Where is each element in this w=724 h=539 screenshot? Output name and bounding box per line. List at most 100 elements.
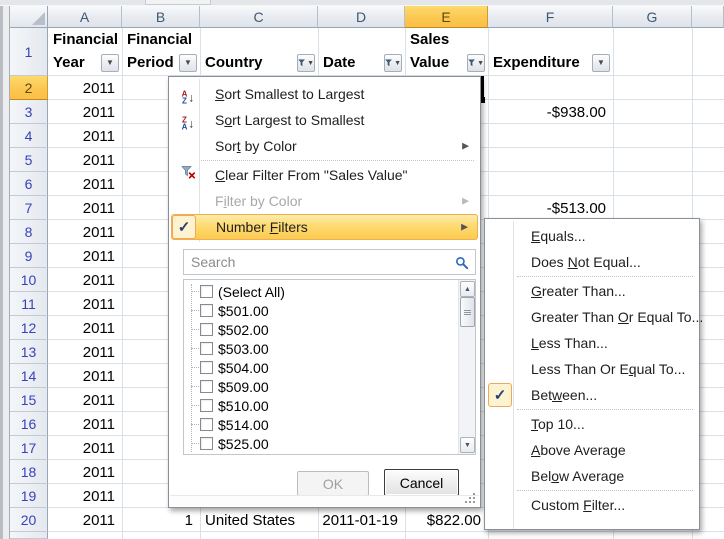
- filter-funnel-button-country[interactable]: ▼: [297, 54, 315, 72]
- cell-D20[interactable]: 2011-01-19: [318, 508, 405, 532]
- filter-arrow-button-period[interactable]: ▼: [179, 54, 197, 72]
- menu-item-number-filters[interactable]: Number Filters▶: [171, 214, 478, 240]
- cell-A8[interactable]: 2011: [48, 220, 122, 244]
- menu-item-less-than-or-equal-to[interactable]: Less Than Or Equal To...: [487, 356, 697, 382]
- cell-A14[interactable]: 2011: [48, 364, 122, 388]
- menu-item-filter-by-color[interactable]: Filter by Color▶: [171, 188, 478, 214]
- menu-item-between[interactable]: Between...: [487, 382, 697, 408]
- row-header-12[interactable]: 12: [10, 316, 48, 340]
- cell-A15[interactable]: 2011: [48, 388, 122, 412]
- row-header-17[interactable]: 17: [10, 436, 48, 460]
- filter-value-item-502-00[interactable]: $502.00: [186, 320, 455, 339]
- checkbox-502-00[interactable]: [200, 323, 213, 336]
- menu-item-sort-smallest-to-largest[interactable]: AZ↓Sort Smallest to Largest: [171, 81, 478, 107]
- row-header-8[interactable]: 8: [10, 220, 48, 244]
- scrollbar-thumb[interactable]: [460, 297, 475, 327]
- cell-A20[interactable]: 2011: [48, 508, 122, 532]
- filter-value-item-503-00[interactable]: $503.00: [186, 339, 455, 358]
- checkbox-select-all[interactable]: [200, 285, 213, 298]
- select-all-corner[interactable]: [10, 6, 48, 28]
- cell-A6[interactable]: 2011: [48, 172, 122, 196]
- cell-A9[interactable]: 2011: [48, 244, 122, 268]
- row-header-5[interactable]: 5: [10, 148, 48, 172]
- row-header-14[interactable]: 14: [10, 364, 48, 388]
- cell-C20[interactable]: United States: [200, 508, 318, 532]
- cell-A2[interactable]: 2011: [48, 76, 122, 100]
- row-header-2[interactable]: 2: [10, 76, 48, 100]
- menu-item-top-10[interactable]: Top 10...: [487, 411, 697, 437]
- cell-A13[interactable]: 2011: [48, 340, 122, 364]
- cancel-button[interactable]: Cancel: [384, 469, 459, 496]
- row-header-18[interactable]: 18: [10, 460, 48, 484]
- scroll-up-button[interactable]: ▲: [460, 281, 475, 297]
- filter-value-item-514-00[interactable]: $514.00: [186, 415, 455, 434]
- cell-A4[interactable]: 2011: [48, 124, 122, 148]
- menu-item-sort-largest-to-smallest[interactable]: ZA↓Sort Largest to Smallest: [171, 107, 478, 133]
- column-header-C[interactable]: C: [200, 6, 318, 28]
- cell-A5[interactable]: 2011: [48, 148, 122, 172]
- row-header-16[interactable]: 16: [10, 412, 48, 436]
- filter-value-item-select-all[interactable]: (Select All): [186, 282, 455, 301]
- filter-value-item-501-00[interactable]: $501.00: [186, 301, 455, 320]
- row-header-20[interactable]: 20: [10, 508, 48, 532]
- column-header-E[interactable]: E: [405, 6, 488, 28]
- column-header-G[interactable]: G: [613, 6, 692, 28]
- checkbox-504-00[interactable]: [200, 361, 213, 374]
- row-header-13[interactable]: 13: [10, 340, 48, 364]
- row-header-19[interactable]: 19: [10, 484, 48, 508]
- list-scrollbar[interactable]: ▲ ▼: [458, 280, 475, 454]
- cell-B20[interactable]: 1: [122, 508, 200, 532]
- scroll-down-button[interactable]: ▼: [460, 437, 475, 453]
- cell-A3[interactable]: 2011: [48, 100, 122, 124]
- menu-item-above-average[interactable]: Above Average: [487, 437, 697, 463]
- cell-A16[interactable]: 2011: [48, 412, 122, 436]
- checkbox-514-00[interactable]: [200, 418, 213, 431]
- checkbox-501-00[interactable]: [200, 304, 213, 317]
- ok-button[interactable]: OK: [297, 471, 369, 496]
- filter-value-item-509-00[interactable]: $509.00: [186, 377, 455, 396]
- row-header-1[interactable]: 1: [10, 28, 48, 76]
- filter-arrow-button-expenditure[interactable]: ▼: [592, 54, 610, 72]
- row-header-7[interactable]: 7: [10, 196, 48, 220]
- menu-item-below-average[interactable]: Below Average: [487, 463, 697, 489]
- menu-item-less-than[interactable]: Less Than...: [487, 330, 697, 356]
- cell-A17[interactable]: 2011: [48, 436, 122, 460]
- column-header-D[interactable]: D: [318, 6, 405, 28]
- row-header-3[interactable]: 3: [10, 100, 48, 124]
- cell-A18[interactable]: 2011: [48, 460, 122, 484]
- column-header-A[interactable]: A: [48, 6, 122, 28]
- menu-item-greater-than-or-equal-to[interactable]: Greater Than Or Equal To...: [487, 304, 697, 330]
- filter-value-item-510-00[interactable]: $510.00: [186, 396, 455, 415]
- checkbox-503-00[interactable]: [200, 342, 213, 355]
- filter-value-item-525-00[interactable]: $525.00: [186, 434, 455, 453]
- filter-funnel-button-value[interactable]: ▼: [467, 54, 485, 72]
- cell-F7[interactable]: -$513.00: [488, 196, 613, 220]
- cell-A19[interactable]: 2011: [48, 484, 122, 508]
- row-header-15[interactable]: 15: [10, 388, 48, 412]
- menu-item-greater-than[interactable]: Greater Than...: [487, 278, 697, 304]
- column-header-partial[interactable]: [692, 6, 724, 28]
- cell-A10[interactable]: 2011: [48, 268, 122, 292]
- menu-item-custom-filter[interactable]: Custom Filter...: [487, 492, 697, 518]
- search-input[interactable]: [184, 250, 475, 274]
- cell-E20[interactable]: $822.00: [405, 508, 488, 532]
- menu-item-sort-by-color[interactable]: Sort by Color▶: [171, 133, 478, 159]
- checkbox-525-00[interactable]: [200, 437, 213, 450]
- menu-item-does-not-equal[interactable]: Does Not Equal...: [487, 249, 697, 275]
- row-header-10[interactable]: 10: [10, 268, 48, 292]
- cell-A7[interactable]: 2011: [48, 196, 122, 220]
- checkbox-510-00[interactable]: [200, 399, 213, 412]
- row-header-6[interactable]: 6: [10, 172, 48, 196]
- row-header-9[interactable]: 9: [10, 244, 48, 268]
- resize-grip-icon[interactable]: [465, 493, 467, 495]
- row-header-4[interactable]: 4: [10, 124, 48, 148]
- filter-value-item-504-00[interactable]: $504.00: [186, 358, 455, 377]
- cell-A11[interactable]: 2011: [48, 292, 122, 316]
- column-header-F[interactable]: F: [488, 6, 613, 28]
- filter-funnel-button-date[interactable]: ▼: [384, 54, 402, 72]
- column-header-B[interactable]: B: [122, 6, 200, 28]
- menu-item-equals[interactable]: Equals...: [487, 223, 697, 249]
- filter-arrow-button-year[interactable]: ▼: [101, 54, 119, 72]
- checkbox-509-00[interactable]: [200, 380, 213, 393]
- cell-F3[interactable]: -$938.00: [488, 100, 613, 124]
